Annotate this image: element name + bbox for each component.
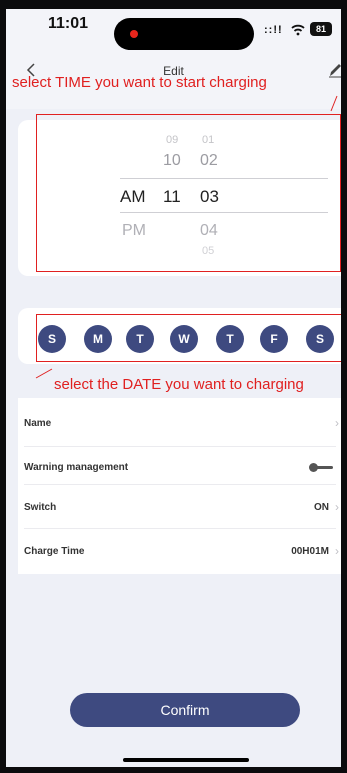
top-bezel	[6, 0, 341, 9]
annotation-arrow-icon	[330, 95, 338, 112]
picker-row[interactable]: 05	[6, 245, 341, 271]
day-thursday[interactable]: T	[216, 325, 244, 353]
home-indicator	[123, 758, 249, 762]
dynamic-island	[114, 18, 254, 50]
wifi-icon	[291, 24, 305, 36]
app-screen: 11:01 ::!! 81 Edit select TIME you want …	[6, 0, 341, 773]
signal-icon: ::!!	[264, 24, 283, 36]
warning-toggle[interactable]	[309, 463, 333, 472]
chevron-right-icon: ›	[335, 500, 339, 514]
annotation-arrow-icon	[35, 368, 53, 379]
day-saturday[interactable]: S	[306, 325, 334, 353]
divider	[24, 528, 336, 529]
bottom-bezel	[0, 767, 347, 773]
settings-row-switch[interactable]: Switch ON ›	[24, 486, 341, 530]
settings-row-charge-time[interactable]: Charge Time 00H01M ›	[24, 530, 341, 574]
day-monday[interactable]: M	[84, 325, 112, 353]
annotation-select-date: select the DATE you want to charging	[54, 376, 304, 393]
divider	[24, 484, 336, 485]
picker-row-selected[interactable]: AM 11 03	[6, 187, 341, 213]
picker-row[interactable]: 10 02	[6, 152, 341, 178]
picker-selection-line-top	[120, 178, 328, 179]
hour-selected: 11	[163, 187, 181, 206]
chevron-right-icon: ›	[335, 544, 339, 558]
ampm-selected: AM	[120, 187, 146, 206]
minute-selected: 03	[200, 187, 219, 206]
day-sunday[interactable]: S	[38, 325, 66, 353]
chevron-right-icon: ›	[335, 416, 339, 430]
status-time: 11:01	[48, 15, 89, 32]
day-tuesday[interactable]: T	[126, 325, 154, 353]
day-friday[interactable]: F	[260, 325, 288, 353]
settings-row-name[interactable]: Name ›	[24, 402, 341, 446]
confirm-button[interactable]: Confirm	[70, 693, 300, 727]
annotation-select-time: select TIME you want to start charging	[12, 74, 267, 91]
day-wednesday[interactable]: W	[170, 325, 198, 353]
recording-indicator-icon	[130, 30, 138, 38]
battery-icon: 81	[310, 22, 332, 36]
pencil-icon[interactable]	[328, 62, 341, 78]
